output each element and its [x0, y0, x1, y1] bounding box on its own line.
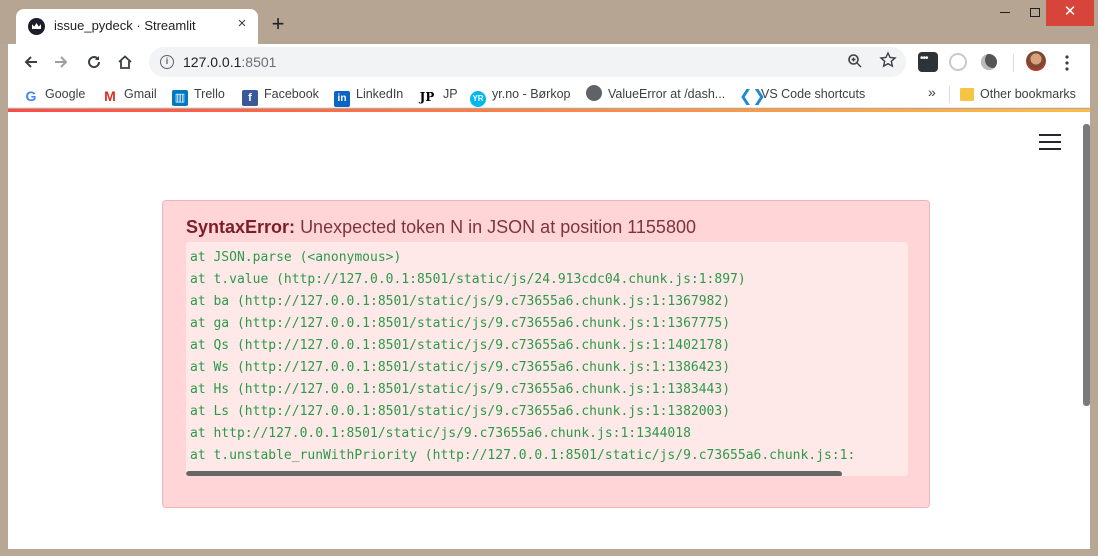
bookmark-facebook[interactable]: f Facebook — [242, 85, 319, 106]
bookmark-label: VS Code shortcuts — [761, 87, 866, 101]
tab-title: issue_pydeck · Streamlit — [54, 18, 196, 33]
gmail-icon: M — [102, 88, 118, 104]
page-scrollbar[interactable] — [1083, 124, 1090, 406]
jp-icon: JP — [417, 89, 437, 105]
trace-line: at t.value (http://127.0.0.1:8501/static… — [190, 272, 746, 287]
trace-horizontal-scrollbar[interactable] — [186, 471, 842, 476]
vscode-icon: ❮❯ — [739, 88, 766, 105]
minimize-icon — [1000, 12, 1010, 14]
bookmark-trello[interactable]: ▥ Trello — [172, 85, 225, 106]
back-button[interactable] — [17, 48, 45, 76]
maximize-icon — [1030, 8, 1040, 18]
address-bar[interactable]: i 127.0.0.1:8501 — [149, 47, 906, 77]
trace-line: at ba (http://127.0.0.1:8501/static/js/9… — [190, 294, 731, 309]
trace-line: at JSON.parse (<anonymous>) — [190, 250, 402, 265]
bookmark-gmail[interactable]: M Gmail — [102, 85, 157, 104]
window-titlebar: issue_pydeck · Streamlit × + ✕ — [0, 0, 1098, 44]
bookmark-label: ValueError at /dash... — [608, 87, 726, 101]
tab-close-icon[interactable]: × — [233, 15, 251, 33]
reload-icon — [88, 56, 101, 69]
bookmark-label: yr.no - Børkop — [492, 87, 571, 101]
other-bookmarks[interactable]: Other bookmarks — [960, 85, 1076, 103]
header-decoration-bar — [8, 109, 1090, 112]
bookmark-star-icon[interactable] — [879, 51, 897, 74]
url-port: :8501 — [241, 54, 277, 70]
home-icon — [118, 55, 132, 69]
error-heading: SyntaxError: Unexpected token N in JSON … — [186, 217, 696, 238]
bookmark-label: Google — [45, 87, 86, 101]
error-name: SyntaxError: — [186, 217, 296, 237]
toolbar-divider — [1013, 54, 1014, 72]
bookmark-vscode[interactable]: ❮❯VS Code shortcuts — [739, 85, 866, 105]
globe-icon — [586, 85, 602, 101]
google-icon: G — [23, 88, 39, 104]
bookmarks-bar: G Google M Gmail ▥ Trello f Facebook in Linke… — [8, 80, 1090, 108]
url-host: 127.0.0.1 — [183, 54, 242, 70]
trace-line: at Qs (http://127.0.0.1:8501/static/js/9… — [190, 338, 731, 353]
bookmark-google[interactable]: G Google — [23, 85, 86, 104]
browser-toolbar: i 127.0.0.1:8501 — [8, 44, 1090, 80]
zoom-icon[interactable] — [847, 53, 863, 73]
arrow-right-icon — [55, 56, 68, 68]
linkedin-icon: in — [334, 91, 350, 107]
bookmark-yr[interactable]: YR yr.no - Børkop — [470, 85, 571, 107]
trace-line: at ga (http://127.0.0.1:8501/static/js/9… — [190, 316, 731, 331]
close-window-button[interactable]: ✕ — [1046, 0, 1094, 26]
trace-line: at Hs (http://127.0.0.1:8501/static/js/9… — [190, 382, 731, 397]
browser-tab[interactable]: issue_pydeck · Streamlit × — [16, 9, 258, 44]
chrome-menu-icon[interactable] — [1060, 49, 1074, 76]
bookmark-label: Facebook — [264, 87, 319, 101]
extension-ring-icon[interactable] — [949, 53, 967, 71]
streamlit-page: SyntaxError: Unexpected token N in JSON … — [8, 109, 1090, 549]
bookmark-jp[interactable]: JP JP — [417, 85, 458, 105]
profile-avatar[interactable] — [1026, 51, 1046, 71]
home-button[interactable] — [111, 48, 139, 76]
bookmark-label: JP — [443, 87, 458, 101]
streamlit-favicon-icon — [28, 18, 45, 35]
reload-button[interactable] — [80, 48, 108, 76]
bookmark-linkedin[interactable]: in LinkedIn — [334, 85, 404, 107]
bookmark-label: LinkedIn — [356, 87, 404, 101]
url-text: 127.0.0.1:8501 — [183, 54, 276, 70]
hamburger-menu-icon[interactable] — [1039, 134, 1061, 152]
arrow-left-icon — [24, 56, 37, 68]
minimize-button[interactable] — [988, 0, 1022, 26]
extension-icon[interactable] — [918, 52, 938, 72]
stack-trace[interactable]: at JSON.parse (<anonymous>) at t.value (… — [186, 242, 908, 476]
error-alert: SyntaxError: Unexpected token N in JSON … — [162, 200, 930, 508]
bookmark-label: Other bookmarks — [980, 87, 1076, 101]
trello-icon: ▥ — [172, 90, 188, 106]
extension-circle-icon[interactable] — [981, 54, 997, 70]
trace-line: at Ws (http://127.0.0.1:8501/static/js/9… — [190, 360, 731, 375]
error-message: Unexpected token N in JSON at position 1… — [300, 217, 696, 237]
forward-button[interactable] — [47, 48, 75, 76]
more-bookmarks-icon[interactable]: » — [928, 84, 936, 100]
bookmarks-divider — [949, 86, 950, 103]
trace-line: at http://127.0.0.1:8501/static/js/9.c73… — [190, 426, 691, 441]
yr-icon: YR — [470, 91, 486, 107]
trace-line: at t.unstable_runWithPriority (http://12… — [190, 448, 856, 463]
site-info-icon[interactable]: i — [160, 55, 174, 69]
bookmark-valueerror[interactable]: ValueError at /dash... — [586, 85, 725, 103]
bookmark-label: Gmail — [124, 87, 157, 101]
new-tab-button[interactable]: + — [266, 13, 290, 37]
facebook-icon: f — [242, 90, 258, 106]
folder-icon — [960, 88, 974, 101]
bookmark-label: Trello — [194, 87, 225, 101]
trace-line: at Ls (http://127.0.0.1:8501/static/js/9… — [190, 404, 731, 419]
